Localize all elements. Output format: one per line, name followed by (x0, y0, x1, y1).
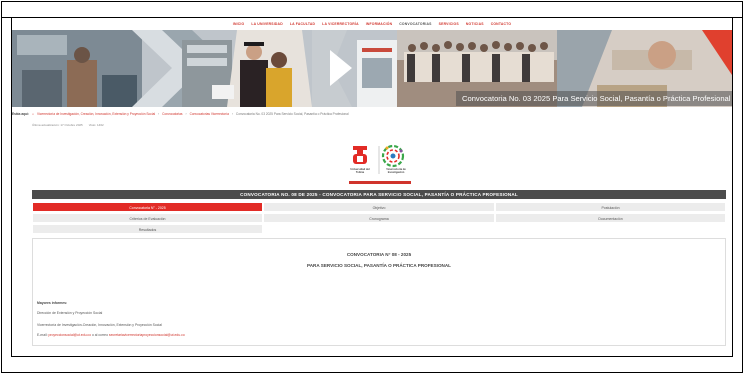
breadcrumb-separator-icon: › (231, 111, 233, 116)
tab-convocatoria[interactable]: Convocatoria N° - 2025 (32, 202, 263, 212)
breadcrumb-current: Convocatoria No. 03 2025 Para Servicio S… (235, 111, 349, 116)
logo-left-text: Universidad del Tolima (350, 168, 370, 174)
breadcrumb-separator-icon: › (158, 111, 160, 116)
top-bar (2, 2, 742, 18)
nav-item-informacion[interactable]: Información (366, 22, 393, 26)
hit-count: Visto: 1462 (88, 123, 104, 127)
email-link-1[interactable]: proyeccionsocial@ut.edu.co (49, 333, 91, 337)
logo-graphic (353, 144, 405, 174)
university-logo: Universidad del Tolima Vicerrectoría de … (345, 142, 415, 186)
email-link-2[interactable]: secretariavicerrectoriaproyeccionsocial@… (109, 333, 185, 337)
info-line-1: Dirección de Extensión y Proyección Soci… (37, 311, 103, 315)
tab-objetivo[interactable]: Objetivo (263, 202, 495, 212)
nav-item-noticias[interactable]: Noticias (466, 22, 484, 26)
breadcrumb-separator-icon: › (185, 111, 187, 116)
updated-date: Última actualización: 17 Octubre 2025 (32, 123, 83, 127)
header-banner: Convocatoria No. 03 2025 Para Servicio S… (12, 30, 732, 107)
tab-criterios[interactable]: Criterios de Evaluación (32, 213, 263, 223)
email-connector: o al correo (91, 333, 108, 337)
banner-title: Convocatoria No. 03 2025 Para Servicio S… (456, 91, 732, 106)
breadcrumb-item[interactable]: Convocatorias (162, 112, 182, 116)
info-title: Mayores informes: (37, 301, 68, 305)
info-email-line: E-mail: proyeccionsocial@ut.edu.co o al … (37, 333, 185, 337)
nav-item-contacto[interactable]: Contacto (491, 22, 512, 26)
tab-postulacion[interactable]: Postulación (495, 202, 726, 212)
nav-item-servicios[interactable]: Servicios (439, 22, 459, 26)
nav-item-vicerrectoria[interactable]: La Vicerrectoría (322, 22, 359, 26)
nav-item-convocatorias[interactable]: Convocatorias (399, 22, 431, 26)
logo-right-text: Vicerrectoría de Investigación (386, 168, 406, 174)
page-title: CONVOCATORIA NO. 08 DE 2025 - CONVOCATOR… (32, 190, 726, 199)
breadcrumb-item[interactable]: Vicerrectoría de Investigación, Creación… (37, 112, 155, 116)
breadcrumb-home-icon[interactable]: ⌂ (32, 112, 34, 116)
content-subheading: PARA SERVICIO SOCIAL, PASANTÍA O PRÁCTIC… (307, 263, 451, 268)
tab-resultados[interactable]: Resultados (32, 224, 263, 234)
tab-cronograma[interactable]: Cronograma (263, 213, 495, 223)
nav-item-inicio[interactable]: Inicio (233, 22, 245, 26)
nav-item-universidad[interactable]: La Universidad (251, 22, 283, 26)
nav-item-facultad[interactable]: La Facultad (290, 22, 315, 26)
email-prefix: E-mail: (37, 333, 48, 337)
breadcrumb: Estás aquí: ⌂ Vicerrectoría de Investiga… (12, 110, 732, 117)
breadcrumb-lead: Estás aquí: (12, 111, 30, 116)
breadcrumb-item[interactable]: Convocatorias Vicerrectoría (190, 112, 229, 116)
article-meta: Última actualización: 17 Octubre 2025 Vi… (32, 123, 104, 127)
info-line-2: Vicerrectoría de Investigación-Creación,… (37, 323, 162, 327)
tab-content-panel: CONVOCATORIA N° 08 - 2025 PARA SERVICIO … (32, 238, 726, 346)
content-heading: CONVOCATORIA N° 08 - 2025 (346, 252, 412, 257)
main-nav: Inicio La Universidad La Facultad La Vic… (12, 18, 732, 29)
logo-underline (349, 181, 411, 184)
tab-documentacion[interactable]: Documentación (495, 213, 726, 223)
